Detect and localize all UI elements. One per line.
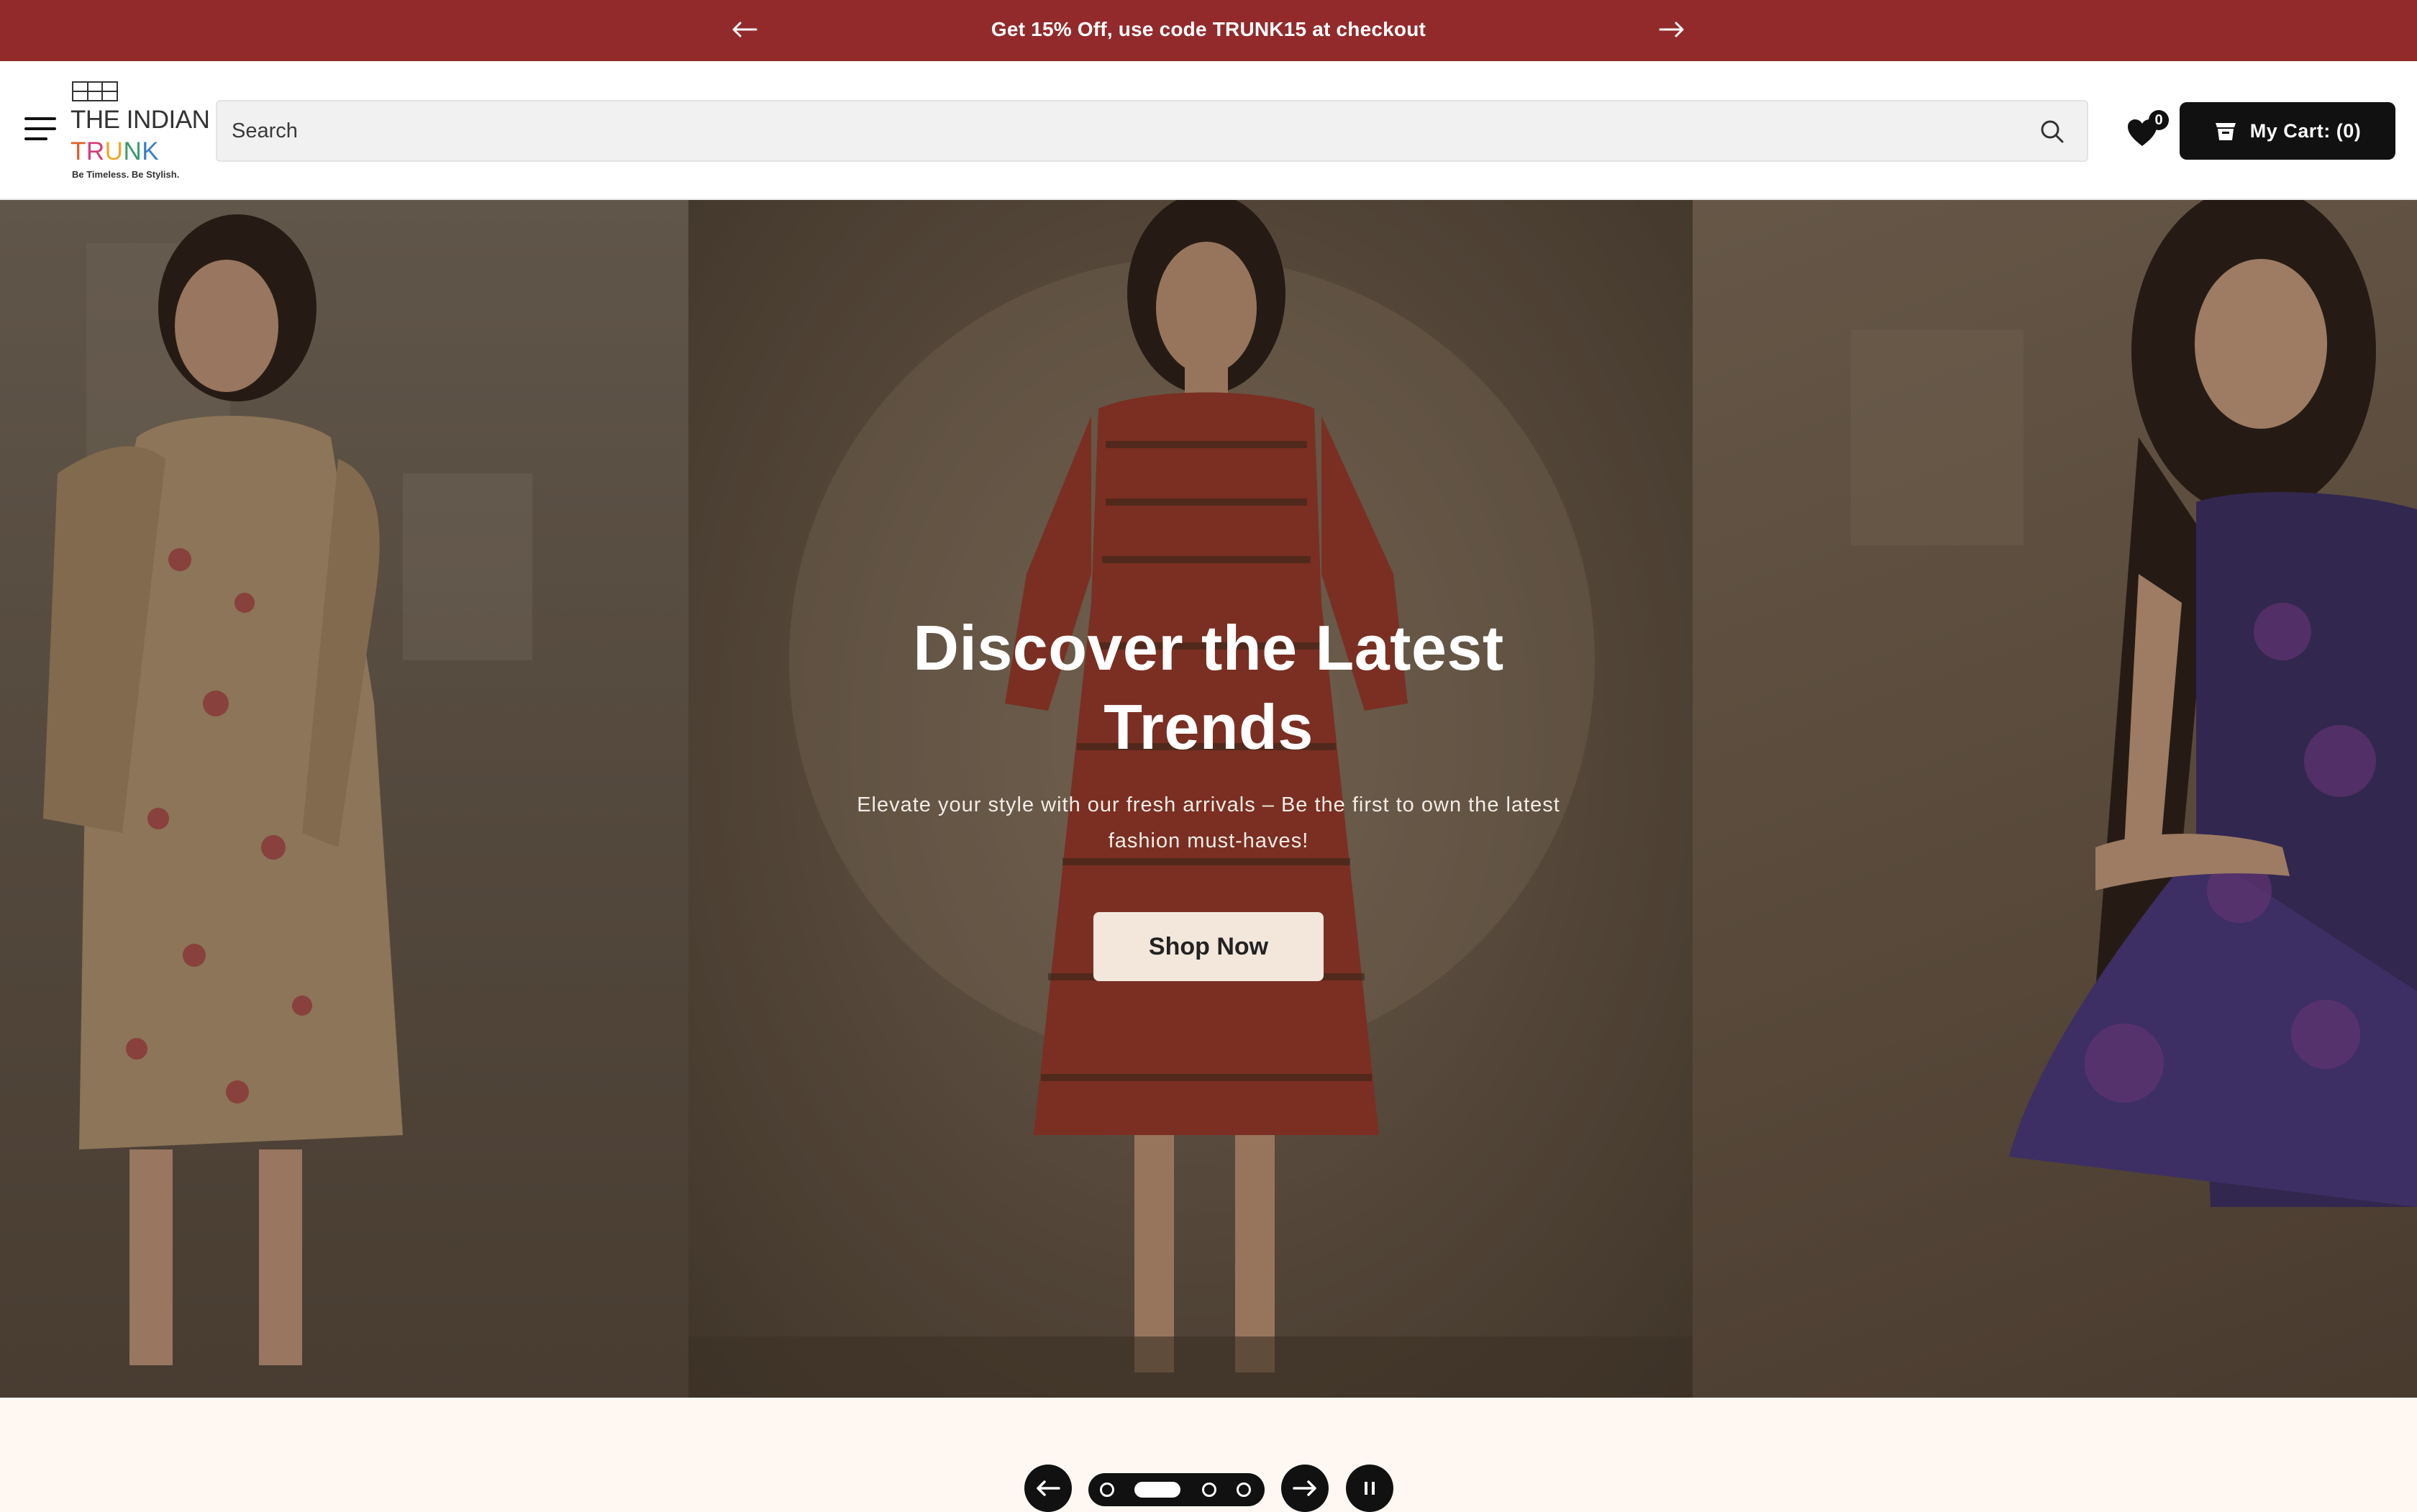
shop-now-button[interactable]: Shop Now <box>1093 912 1324 981</box>
announcement-next-button[interactable] <box>1650 12 1693 47</box>
pause-icon <box>1365 1482 1375 1495</box>
search-bar <box>216 100 2088 162</box>
site-logo[interactable]: THE INDIAN TRUNK Be Timeless. Be Stylish… <box>70 77 210 185</box>
logo-text-line2: TRUNK <box>70 137 159 166</box>
hamburger-menu-icon <box>24 117 56 120</box>
logo-letter: T <box>70 137 86 165</box>
announcement-message: Get 15% Off, use code TRUNK15 at checkou… <box>991 18 1426 40</box>
hero-subtitle: Elevate your style with our fresh arriva… <box>857 793 1560 852</box>
announcement-bar: Get 15% Off, use code TRUNK15 at checkou… <box>0 0 2417 61</box>
logo-letter: K <box>142 137 160 165</box>
hero-banner: Discover the Latest Trends Elevate your … <box>0 200 2417 1398</box>
cart-button[interactable]: My Cart: (0) <box>2180 102 2395 160</box>
slider-dot-1[interactable] <box>1100 1483 1114 1497</box>
menu-button[interactable] <box>24 117 56 142</box>
slider-next-button[interactable] <box>1281 1465 1329 1512</box>
search-icon[interactable] <box>2038 117 2067 146</box>
slider-dot-4[interactable] <box>1237 1483 1251 1497</box>
logo-tagline: Be Timeless. Be Stylish. <box>72 169 180 180</box>
slider-dot-2-active[interactable] <box>1134 1482 1180 1498</box>
cart-icon <box>2215 123 2236 140</box>
slider-controls <box>0 1398 2417 1512</box>
logo-letter: U <box>104 137 124 165</box>
slider-pause-button[interactable] <box>1346 1465 1393 1512</box>
slider-prev-button[interactable] <box>1024 1465 1072 1512</box>
logo-letter: R <box>86 137 105 165</box>
hero-text-block: Discover the Latest Trends Elevate your … <box>849 609 1568 859</box>
slider-pagination <box>1088 1473 1265 1506</box>
arrow-left-icon <box>1037 1480 1060 1496</box>
hero-title: Discover the Latest Trends <box>913 612 1504 762</box>
site-header: THE INDIAN TRUNK Be Timeless. Be Stylish… <box>0 61 2417 200</box>
arrow-right-icon <box>1293 1480 1316 1496</box>
arrow-right-icon <box>1659 22 1684 37</box>
logo-text-line1: THE INDIAN <box>70 106 210 134</box>
wishlist-button[interactable]: 0 <box>2122 110 2169 153</box>
search-input[interactable] <box>232 101 2016 160</box>
slider-dot-3[interactable] <box>1202 1483 1216 1497</box>
cart-label: My Cart: (0) <box>2249 119 2362 142</box>
wishlist-count-badge: 0 <box>2149 110 2169 130</box>
trunk-logo-icon <box>72 81 118 101</box>
logo-letter: N <box>123 137 142 165</box>
